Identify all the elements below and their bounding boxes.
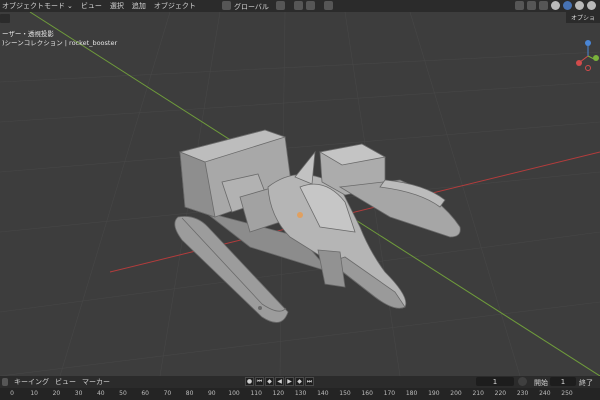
gizmo-icon[interactable]: [515, 1, 524, 10]
mode-label: オブジェクトモード: [2, 2, 65, 10]
ruler-tick: 190: [428, 390, 440, 397]
ruler-tick: 90: [207, 390, 216, 397]
menu-select[interactable]: 選択: [110, 1, 124, 11]
end-label: 終了: [579, 379, 593, 387]
gizmo-neg-handle[interactable]: [585, 65, 591, 71]
menu-view[interactable]: ビュー: [81, 1, 102, 11]
jump-start-icon[interactable]: ⏮: [255, 377, 264, 386]
record-icon[interactable]: ●: [245, 377, 254, 386]
snap-target-icon[interactable]: [306, 1, 315, 10]
gizmo-y-handle[interactable]: [593, 55, 599, 61]
clock-icon[interactable]: [518, 377, 527, 386]
pivot-icon[interactable]: [276, 1, 285, 10]
transform-orientation-icon[interactable]: [222, 1, 231, 10]
overlay-icon[interactable]: [527, 1, 536, 10]
jump-end-icon[interactable]: ⏭: [305, 377, 314, 386]
next-keyframe-icon[interactable]: ◆: [295, 377, 304, 386]
xray-icon[interactable]: [539, 1, 548, 10]
ruler-tick: 0: [10, 390, 14, 397]
start-label: 開始: [534, 379, 548, 387]
collection-path-label: )シーンコレクション | rocket_booster: [2, 39, 118, 47]
ruler-tick: 120: [272, 390, 285, 397]
ruler-tick: 20: [52, 390, 61, 397]
current-frame-field[interactable]: 1: [476, 377, 514, 386]
ruler-tick: 210: [472, 390, 484, 397]
menu-add[interactable]: 追加: [132, 1, 146, 11]
options-tab[interactable]: オプショ: [566, 12, 600, 23]
ruler-tick: 50: [119, 390, 127, 397]
menu-object[interactable]: オブジェクト: [154, 1, 196, 11]
ruler-tick: 150: [339, 390, 351, 397]
ruler-tick: 80: [185, 390, 194, 397]
3d-viewport[interactable]: ーザー・透視投影 )シーンコレクション | rocket_booster: [0, 12, 600, 376]
solid-shading-icon[interactable]: [563, 1, 572, 10]
ruler-tick: 10: [30, 390, 39, 397]
ruler-tick: 250: [561, 390, 573, 397]
menu-keying[interactable]: キーイング: [14, 377, 49, 387]
navigation-gizmo[interactable]: [574, 38, 600, 78]
playback-controls: ● ⏮ ◆ ◀ ▶ ◆ ⏭: [245, 377, 314, 386]
start-frame-field[interactable]: 1: [550, 377, 576, 386]
proportional-edit-icon[interactable]: [324, 1, 333, 10]
ruler-tick: 200: [450, 390, 462, 397]
snap-icon[interactable]: [294, 1, 303, 10]
play-reverse-icon[interactable]: ◀: [275, 377, 284, 386]
toolbar-toggle[interactable]: [0, 14, 10, 23]
menu-timeline-view[interactable]: ビュー: [55, 377, 76, 387]
ruler-tick: 230: [516, 390, 529, 397]
mode-dropdown[interactable]: オブジェクトモード ⌄: [2, 1, 73, 11]
rendered-shading-icon[interactable]: [587, 1, 596, 10]
prev-keyframe-icon[interactable]: ◆: [265, 377, 274, 386]
ruler-tick: 220: [494, 390, 507, 397]
ruler-tick: 110: [250, 390, 262, 397]
orientation-dropdown[interactable]: グローバル: [234, 2, 269, 12]
gizmo-x-handle[interactable]: [576, 60, 582, 66]
ruler-tick: 60: [141, 390, 150, 397]
chevron-down-icon: ⌄: [67, 2, 73, 10]
gizmo-z-handle[interactable]: [585, 40, 591, 46]
wireframe-shading-icon[interactable]: [551, 1, 560, 10]
ruler-tick: 100: [228, 390, 240, 397]
material-shading-icon[interactable]: [575, 1, 584, 10]
ruler-tick: 240: [539, 390, 551, 397]
ruler-tick: 160: [361, 390, 373, 397]
ruler-tick: 40: [96, 390, 105, 397]
ruler-tick: 70: [163, 390, 172, 397]
rocket-booster-model[interactable]: [174, 129, 461, 323]
ruler-tick: 30: [74, 390, 83, 397]
ruler-tick: 130: [294, 390, 307, 397]
editor-type-icon[interactable]: [2, 378, 8, 386]
timeline-header: キーイング ビュー マーカー ● ⏮ ◆ ◀ ▶ ◆ ⏭ 1 開始 1 終了: [0, 376, 600, 388]
viewport-scene: [0, 12, 600, 376]
ruler-tick: 180: [405, 390, 418, 397]
frame-ruler[interactable]: 0 10 20 30 40 50 60 70 80 90 100 110 120 130 140 150 160…: [0, 388, 600, 400]
ruler-tick: 140: [317, 390, 329, 397]
menu-marker[interactable]: マーカー: [82, 377, 110, 387]
viewport-header: オブジェクトモード ⌄ ビュー 選択 追加 オブジェクト グローバル: [0, 0, 600, 12]
ruler-tick: 170: [383, 390, 396, 397]
play-icon[interactable]: ▶: [285, 377, 294, 386]
viewport-shading-controls: [515, 1, 596, 10]
